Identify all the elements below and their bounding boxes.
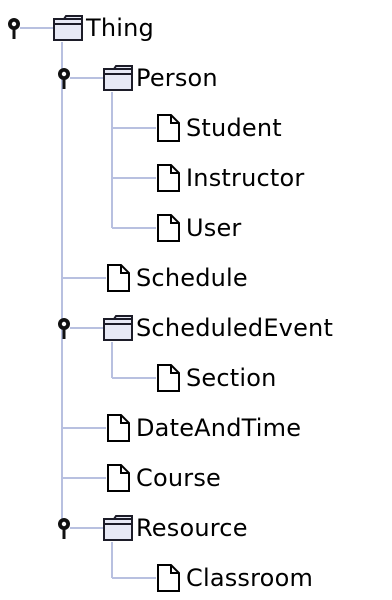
document-icon bbox=[102, 463, 134, 493]
folder-icon bbox=[102, 313, 134, 343]
tree-node-scheduled-event[interactable]: ScheduledEvent bbox=[0, 306, 392, 350]
tree-node-label: Resource bbox=[136, 514, 248, 542]
document-icon bbox=[152, 213, 184, 243]
ontology-tree: Thing Person Student Instructor User Schedule… bbox=[0, 0, 392, 594]
document-icon bbox=[152, 563, 184, 593]
tree-node-instructor[interactable]: Instructor bbox=[0, 156, 392, 200]
tree-node-label: Schedule bbox=[136, 264, 248, 292]
tree-node-course[interactable]: Course bbox=[0, 456, 392, 500]
tree-node-classroom[interactable]: Classroom bbox=[0, 556, 392, 600]
expand-toggle-icon[interactable] bbox=[53, 316, 75, 340]
expand-toggle-icon[interactable] bbox=[53, 516, 75, 540]
document-icon bbox=[102, 263, 134, 293]
tree-node-thing[interactable]: Thing bbox=[0, 6, 392, 50]
tree-node-person[interactable]: Person bbox=[0, 56, 392, 100]
document-icon bbox=[152, 113, 184, 143]
tree-node-label: Person bbox=[136, 64, 218, 92]
tree-node-label: Student bbox=[186, 114, 282, 142]
expand-toggle-icon[interactable] bbox=[53, 66, 75, 90]
tree-node-user[interactable]: User bbox=[0, 206, 392, 250]
tree-node-label: User bbox=[186, 214, 242, 242]
folder-icon bbox=[102, 63, 134, 93]
tree-node-date-and-time[interactable]: DateAndTime bbox=[0, 406, 392, 450]
tree-node-label: Classroom bbox=[186, 564, 314, 592]
document-icon bbox=[102, 413, 134, 443]
tree-node-label: ScheduledEvent bbox=[136, 314, 334, 342]
tree-node-label: Course bbox=[136, 464, 221, 492]
folder-icon bbox=[52, 13, 84, 43]
tree-node-resource[interactable]: Resource bbox=[0, 506, 392, 550]
expand-toggle-icon[interactable] bbox=[3, 16, 25, 40]
tree-node-schedule[interactable]: Schedule bbox=[0, 256, 392, 300]
document-icon bbox=[152, 163, 184, 193]
tree-node-label: Section bbox=[186, 364, 277, 392]
tree-node-label: DateAndTime bbox=[136, 414, 302, 442]
tree-node-section[interactable]: Section bbox=[0, 356, 392, 400]
document-icon bbox=[152, 363, 184, 393]
tree-node-label: Thing bbox=[86, 14, 154, 42]
tree-node-student[interactable]: Student bbox=[0, 106, 392, 150]
folder-icon bbox=[102, 513, 134, 543]
tree-node-label: Instructor bbox=[186, 164, 305, 192]
